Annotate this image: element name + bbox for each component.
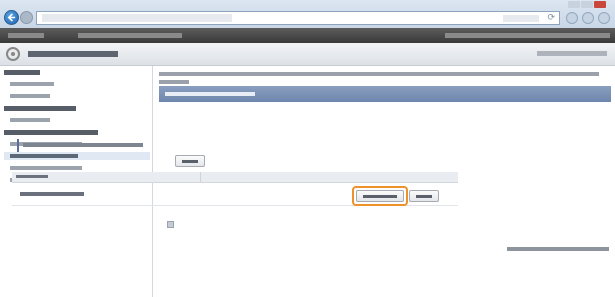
home-icon[interactable] bbox=[566, 12, 578, 24]
banner-brand bbox=[8, 33, 44, 38]
sidebar-item[interactable] bbox=[10, 94, 50, 98]
collapse-icon[interactable] bbox=[167, 221, 174, 228]
table-header-label bbox=[16, 175, 48, 178]
description-line bbox=[159, 72, 599, 76]
highlight-frame bbox=[352, 186, 408, 206]
footer-copyright bbox=[507, 247, 609, 251]
row-name bbox=[20, 192, 84, 196]
address-url bbox=[42, 14, 232, 22]
address-controls[interactable] bbox=[503, 15, 539, 22]
back-button[interactable] bbox=[4, 10, 19, 25]
sidebar-heading bbox=[4, 130, 98, 135]
page-title bbox=[28, 51, 118, 57]
browser-chrome: ⟳ bbox=[0, 0, 615, 28]
address-bar[interactable]: ⟳ bbox=[36, 11, 560, 25]
star-icon[interactable] bbox=[582, 12, 594, 24]
column-divider bbox=[200, 172, 201, 182]
subsection-marker bbox=[17, 139, 19, 152]
title-right-link[interactable] bbox=[537, 51, 607, 56]
minimize-icon[interactable] bbox=[568, 1, 580, 8]
maximize-icon[interactable] bbox=[581, 1, 593, 8]
sidebar-item-active[interactable] bbox=[4, 152, 150, 160]
arrow-left-icon bbox=[7, 13, 16, 22]
refresh-icon[interactable]: ⟳ bbox=[547, 13, 555, 23]
app-banner bbox=[0, 28, 615, 43]
table-header bbox=[12, 172, 458, 183]
description-line bbox=[159, 80, 189, 84]
subsection-title bbox=[23, 143, 143, 147]
secondary-row-button[interactable] bbox=[409, 190, 439, 202]
top-action-button-label bbox=[182, 160, 198, 163]
sidebar-item[interactable] bbox=[10, 82, 54, 86]
window-controls bbox=[567, 1, 611, 9]
sidebar-item-label bbox=[10, 154, 78, 158]
gear-icon[interactable] bbox=[598, 12, 610, 24]
sidebar-heading bbox=[4, 70, 40, 75]
secondary-row-button-label bbox=[416, 195, 432, 198]
banner-links[interactable] bbox=[445, 33, 610, 38]
sidebar-item[interactable] bbox=[10, 166, 82, 170]
sidebar-item[interactable] bbox=[10, 118, 50, 122]
close-icon[interactable] bbox=[594, 1, 606, 8]
forward-button[interactable] bbox=[20, 11, 33, 24]
top-action-button[interactable] bbox=[175, 155, 205, 167]
section-title bbox=[165, 92, 255, 96]
sidebar-heading bbox=[4, 106, 76, 111]
section-header bbox=[159, 86, 611, 102]
settings-gear-icon bbox=[6, 47, 20, 61]
page-title-bar bbox=[0, 43, 615, 66]
banner-device-name bbox=[78, 33, 182, 38]
